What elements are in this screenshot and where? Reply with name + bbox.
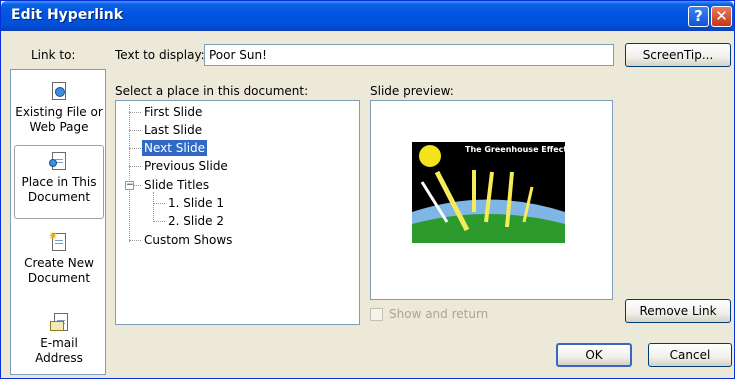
tree-item-slide-2[interactable]: 2. Slide 2 — [166, 213, 226, 229]
cancel-button[interactable]: Cancel — [648, 343, 732, 367]
slide-preview-pane: The Greenhouse Effect — [370, 100, 613, 300]
place-in-document-icon — [49, 152, 68, 172]
create-new-document-label-1: Create New — [24, 256, 94, 270]
greenhouse-slide-image: The Greenhouse Effect — [412, 142, 565, 243]
text-to-display-input[interactable]: Poor Sun! — [204, 44, 614, 66]
tree-item-custom-shows[interactable]: Custom Shows — [142, 232, 234, 248]
link-to-existing-file[interactable]: Existing File or Web Page — [15, 76, 103, 150]
text-to-display-label: Text to display: — [115, 48, 205, 62]
ok-button[interactable]: OK — [556, 343, 632, 367]
slide-thumbnail: The Greenhouse Effect — [412, 142, 565, 243]
show-and-return-label: Show and return — [389, 307, 489, 321]
tree-item-slide-titles[interactable]: Slide Titles — [142, 177, 211, 193]
email-icon — [50, 313, 68, 333]
document-place-tree[interactable]: First Slide Last Slide Next Slide Previo… — [115, 100, 360, 325]
link-to-label: Link to: — [31, 48, 76, 62]
link-to-place-in-document[interactable]: Place in This Document — [14, 145, 104, 219]
remove-link-button[interactable]: Remove Link — [625, 299, 731, 323]
link-to-email-address[interactable]: E-mail Address — [15, 307, 103, 379]
screentip-button[interactable]: ScreenTip... — [625, 43, 731, 67]
tree-item-slide-1[interactable]: 1. Slide 1 — [166, 195, 226, 211]
slide-title-text: The Greenhouse Effect — [465, 145, 565, 154]
existing-file-label-1: Existing File or — [15, 105, 103, 119]
tree-item-first-slide[interactable]: First Slide — [142, 104, 204, 120]
collapse-icon[interactable]: − — [125, 181, 134, 190]
place-in-document-label-2: Document — [27, 190, 91, 204]
existing-file-icon — [50, 82, 68, 102]
tree-item-previous-slide[interactable]: Previous Slide — [142, 158, 230, 174]
select-place-label: Select a place in this document: — [115, 84, 309, 98]
title-bar[interactable]: Edit Hyperlink ? ✕ — [1, 1, 734, 31]
show-and-return-checkbox[interactable] — [370, 308, 383, 321]
close-button[interactable]: ✕ — [711, 6, 732, 27]
dialog-title: Edit Hyperlink — [11, 7, 124, 23]
create-new-document-label-2: Document — [27, 271, 91, 285]
place-in-document-label-1: Place in This — [21, 175, 97, 189]
link-to-bar: Existing File or Web Page Place in This … — [10, 69, 106, 375]
tree-item-next-slide[interactable]: Next Slide — [142, 140, 208, 156]
email-address-label: E-mail Address — [35, 336, 83, 365]
help-button[interactable]: ? — [688, 6, 709, 27]
edit-hyperlink-dialog: Edit Hyperlink ? ✕ Link to: Existing Fil… — [0, 0, 735, 379]
existing-file-label-2: Web Page — [29, 120, 89, 134]
new-document-icon: ✷ — [48, 230, 68, 253]
tree-item-last-slide[interactable]: Last Slide — [142, 122, 204, 138]
slide-preview-label: Slide preview: — [370, 84, 454, 98]
link-to-create-new-document[interactable]: ✷ Create New Document — [15, 227, 103, 301]
